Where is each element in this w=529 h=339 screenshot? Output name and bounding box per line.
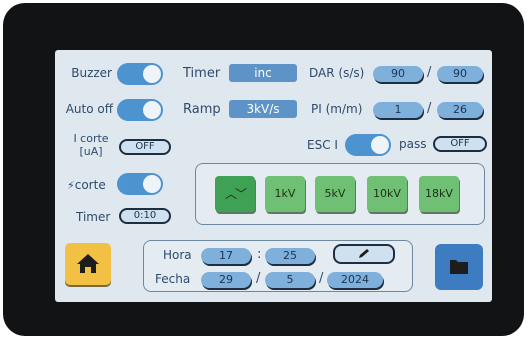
pass-value[interactable]: OFF — [433, 136, 487, 152]
time-colon: : — [257, 247, 262, 262]
dar-separator: / — [427, 65, 432, 80]
dar-value-2[interactable]: 90 — [437, 66, 483, 82]
home-button[interactable] — [65, 243, 111, 285]
day-value[interactable]: 29 — [201, 272, 251, 288]
voltage-button-10kv[interactable]: 10kV — [367, 176, 407, 212]
ramp-label: Ramp — [183, 102, 221, 117]
pencil-icon — [359, 249, 369, 258]
date-separator-1: / — [256, 271, 261, 286]
timer-label: Timer — [183, 66, 221, 81]
i-corte-label: I corte [uA] — [69, 132, 113, 158]
pi-value-2[interactable]: 26 — [437, 102, 483, 118]
toggle-knob — [143, 101, 161, 119]
timer-value-left[interactable]: 0:10 — [119, 208, 171, 224]
dar-value-1[interactable]: 90 — [373, 66, 423, 82]
date-separator-2: / — [319, 271, 324, 286]
esc-i-label: ESC I — [307, 138, 338, 152]
i-corte-label-line1: I corte — [73, 132, 109, 145]
lightning-icon: ⚡ — [67, 179, 75, 192]
chevron-up-down-icon: ︿﹀ — [224, 187, 247, 201]
toggle-knob — [371, 136, 389, 154]
minute-value[interactable]: 25 — [265, 248, 315, 264]
lightning-corte-label: ⚡corte — [67, 178, 106, 192]
i-corte-label-line2: [uA] — [79, 145, 103, 158]
timer-mode-value[interactable]: inc — [229, 64, 297, 82]
auto-off-toggle[interactable] — [117, 99, 163, 121]
pi-label: PI (m/m) — [311, 102, 363, 116]
year-value[interactable]: 2024 — [327, 272, 383, 288]
hora-label: Hora — [163, 248, 192, 262]
buzzer-label: Buzzer — [71, 66, 112, 80]
buzzer-toggle[interactable] — [117, 63, 163, 85]
touch-screen: Buzzer Auto off I corte [uA] OFF ⚡corte … — [55, 50, 492, 302]
month-value[interactable]: 5 — [265, 272, 315, 288]
home-icon — [77, 254, 99, 273]
hour-value[interactable]: 17 — [201, 248, 251, 264]
folder-icon — [450, 260, 468, 274]
pi-value-1[interactable]: 1 — [373, 102, 423, 118]
esc-i-toggle[interactable] — [345, 134, 391, 156]
voltage-button-18kv[interactable]: 18kV — [419, 176, 459, 212]
voltage-button-1kv[interactable]: 1kV — [265, 176, 305, 212]
corte-toggle[interactable] — [117, 173, 163, 195]
dar-label: DAR (s/s) — [309, 66, 365, 80]
folder-button[interactable] — [435, 244, 483, 290]
pi-separator: / — [427, 101, 432, 116]
pass-label: pass — [399, 137, 427, 151]
auto-off-label: Auto off — [65, 102, 113, 116]
ramp-value[interactable]: 3kV/s — [229, 100, 297, 118]
toggle-knob — [143, 65, 161, 83]
timer-label-left: Timer — [76, 210, 111, 224]
toggle-knob — [143, 175, 161, 193]
fecha-label: Fecha — [155, 272, 191, 286]
voltage-button-5kv[interactable]: 5kV — [315, 176, 355, 212]
i-corte-value[interactable]: OFF — [119, 139, 171, 155]
edit-datetime-button[interactable] — [333, 244, 395, 264]
corte-label: corte — [74, 178, 106, 192]
device-bezel: Buzzer Auto off I corte [uA] OFF ⚡corte … — [3, 3, 524, 336]
voltage-scroll-button[interactable]: ︿﹀ — [215, 176, 255, 212]
